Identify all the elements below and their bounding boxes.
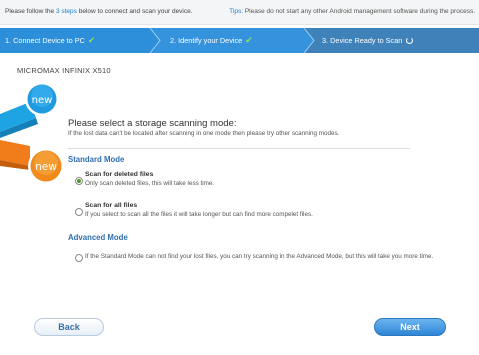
standard-mode-title: Standard Mode	[68, 155, 125, 164]
advanced-mode-radio[interactable]	[75, 254, 83, 262]
step-2-label: 2. Identify your Device	[170, 36, 243, 45]
tips-text: Tips: Please do not start any other Andr…	[229, 0, 475, 24]
step-2-check-icon: ✔	[245, 35, 253, 45]
step-3-loading-icon	[406, 37, 414, 44]
instruction-suffix: below to connect and scan your device.	[76, 8, 193, 15]
ribbon-graphic: new new	[0, 82, 64, 184]
step-1-check-icon: ✔	[87, 35, 96, 45]
tips-body: Please do not start any other Android ma…	[243, 8, 475, 15]
next-button[interactable]: Next	[374, 318, 446, 336]
step-3: 3. Device Ready to Scan	[322, 28, 414, 53]
new-badge-orange-label: new	[35, 161, 57, 173]
step-3-label: 3. Device Ready to Scan	[322, 36, 403, 45]
scan-mode-prompt: Please select a storage scanning mode:	[68, 118, 237, 129]
instruction-text: Please follow the 3 steps below to conne…	[5, 0, 193, 24]
tips-label: Tips:	[229, 8, 244, 15]
advanced-mode-desc: If the Standard Mode can not find your l…	[85, 253, 434, 260]
section-divider	[68, 148, 410, 149]
scan-deleted-files-radio[interactable]	[75, 177, 83, 185]
instruction-bar: Please follow the 3 steps below to conne…	[0, 0, 479, 25]
back-button[interactable]: Back	[34, 318, 104, 336]
step-2: 2. Identify your Device ✔	[170, 28, 253, 53]
step-1: 1. Connect Device to PC ✔	[5, 28, 95, 53]
scan-all-files-radio[interactable]	[75, 208, 83, 216]
step-progress-bar: 1. Connect Device to PC ✔ 2. Identify you…	[0, 28, 479, 53]
instruction-prefix: Please follow the	[5, 8, 56, 15]
scan-mode-hint: If the lost data can't be located after …	[68, 130, 340, 137]
scan-all-files-desc: If you select to scan all the files it w…	[85, 211, 313, 218]
step-1-label: 1. Connect Device to PC	[5, 36, 85, 45]
scan-all-files-title[interactable]: Scan for all files	[85, 202, 137, 209]
scan-deleted-files-desc: Only scan deleted files, this will take …	[85, 180, 215, 187]
advanced-mode-title: Advanced Mode	[68, 233, 128, 242]
instruction-steps-link[interactable]: 3 steps	[56, 8, 77, 15]
new-badge-blue-label: new	[32, 95, 53, 106]
scan-deleted-files-title[interactable]: Scan for deleted files	[85, 171, 153, 178]
